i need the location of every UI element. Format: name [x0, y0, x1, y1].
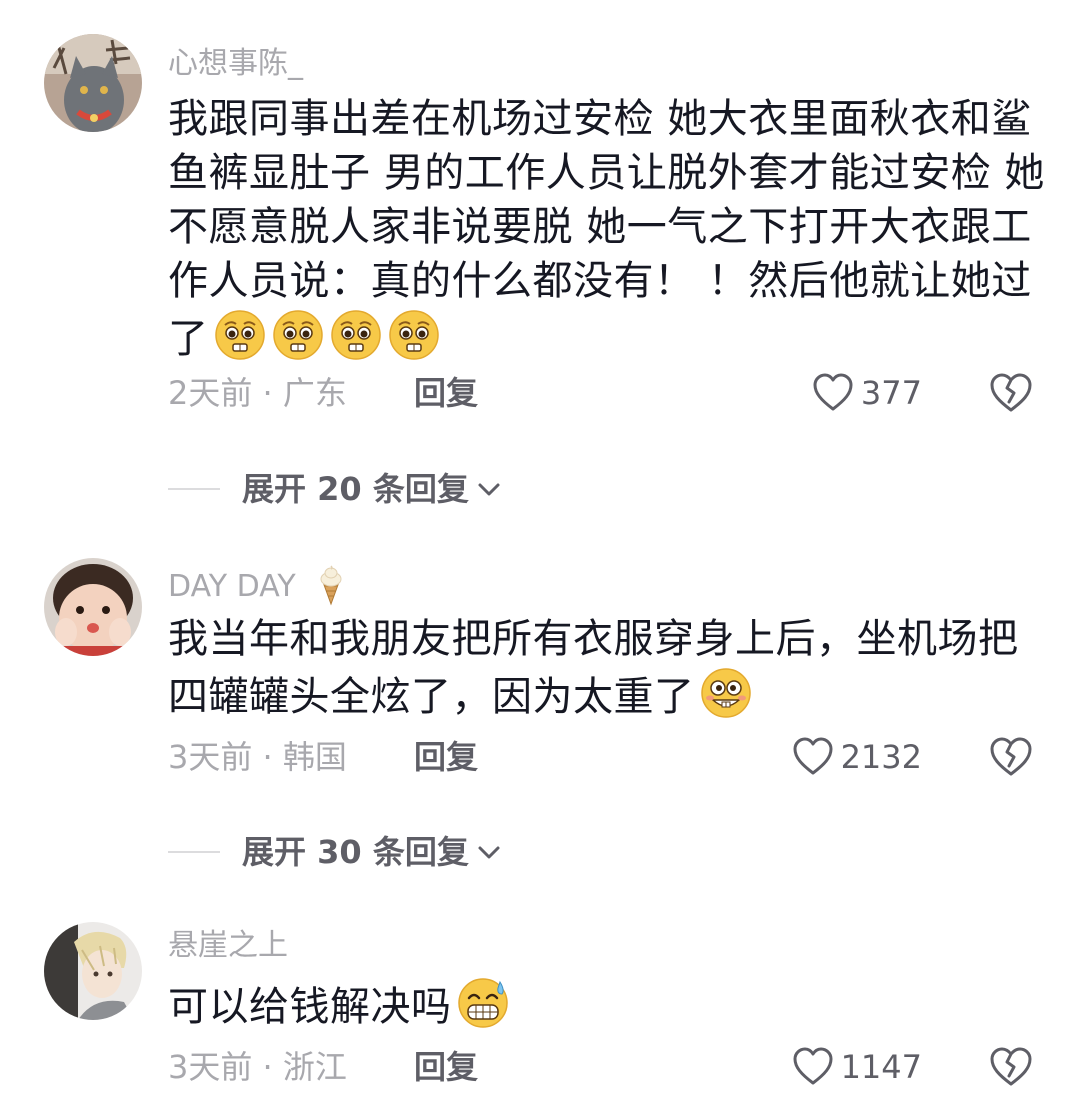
goofy-grin-emoji-icon [700, 668, 751, 718]
comment-meta: 3天前 · 韩国 回复 2132 [168, 732, 1048, 782]
username[interactable]: 悬崖之上 [168, 926, 288, 966]
expand-replies-button[interactable]: 展开 30 条回复 [168, 827, 503, 877]
grinning-sweat-emoji-icon [457, 978, 508, 1028]
comment-meta: 2天前 · 广东 回复 377 [168, 368, 1048, 418]
anime-boy-avatar-image [44, 922, 142, 1020]
avatar[interactable] [44, 922, 142, 1020]
username-text: DAY DAY [168, 569, 296, 604]
heart-icon [793, 737, 833, 775]
time-location: 2天前 · 广东 [168, 374, 347, 412]
reply-button[interactable]: 回复 [414, 732, 478, 782]
ice-cream-icon [320, 565, 342, 606]
avatar[interactable] [44, 558, 142, 656]
like-button[interactable]: 377 [811, 368, 922, 418]
like-button[interactable]: 2132 [791, 732, 922, 782]
chevron-down-icon [478, 846, 500, 859]
comment-body: 我跟同事出差在机场过安检 她大衣里面秋衣和鲨鱼裤显肚子 男的工作人员让脱外套才能… [168, 92, 1048, 366]
username[interactable]: DAY DAY [168, 564, 347, 607]
pleading-face-emoji-icon [330, 310, 381, 360]
comment-body: 可以给钱解决吗 [168, 976, 1048, 1034]
expand-replies-button[interactable]: 展开 20 条回复 [168, 464, 503, 514]
pleading-face-emoji-icon [388, 310, 439, 360]
divider-line [168, 851, 220, 853]
pleading-face-emoji-icon [272, 310, 323, 360]
time-location: 3天前 · 韩国 [168, 738, 347, 776]
divider-line [168, 488, 220, 490]
broken-heart-icon[interactable] [988, 734, 1034, 780]
broken-heart-icon[interactable] [988, 370, 1034, 416]
comment-meta: 3天前 · 浙江 回复 1147 [168, 1042, 1048, 1092]
broken-heart-icon[interactable] [988, 1044, 1034, 1090]
baby-avatar-image [44, 558, 142, 656]
like-count: 2132 [840, 738, 922, 776]
comment-text: 可以给钱解决吗 [168, 984, 452, 1030]
heart-icon [793, 1047, 833, 1085]
comment-body: 我当年和我朋友把所有衣服穿身上后，坐机场把四罐罐头全炫了，因为太重了 [168, 612, 1048, 724]
like-button[interactable]: 1147 [791, 1042, 922, 1092]
expand-replies-label: 展开 20 条回复 [242, 470, 469, 508]
heart-icon [813, 373, 853, 411]
like-count: 377 [860, 374, 922, 412]
username[interactable]: 心想事陈_ [168, 44, 303, 84]
expand-replies-label: 展开 30 条回复 [242, 833, 469, 871]
cat-avatar-image [44, 34, 142, 132]
chevron-down-icon [478, 483, 500, 496]
time-location: 3天前 · 浙江 [168, 1048, 347, 1086]
avatar[interactable] [44, 34, 142, 132]
comment-text: 我当年和我朋友把所有衣服穿身上后，坐机场把四罐罐头全炫了，因为太重了 [168, 616, 1019, 720]
like-count: 1147 [840, 1048, 922, 1086]
reply-button[interactable]: 回复 [414, 1042, 478, 1092]
reply-button[interactable]: 回复 [414, 368, 478, 418]
pleading-face-emoji-icon [214, 310, 265, 360]
